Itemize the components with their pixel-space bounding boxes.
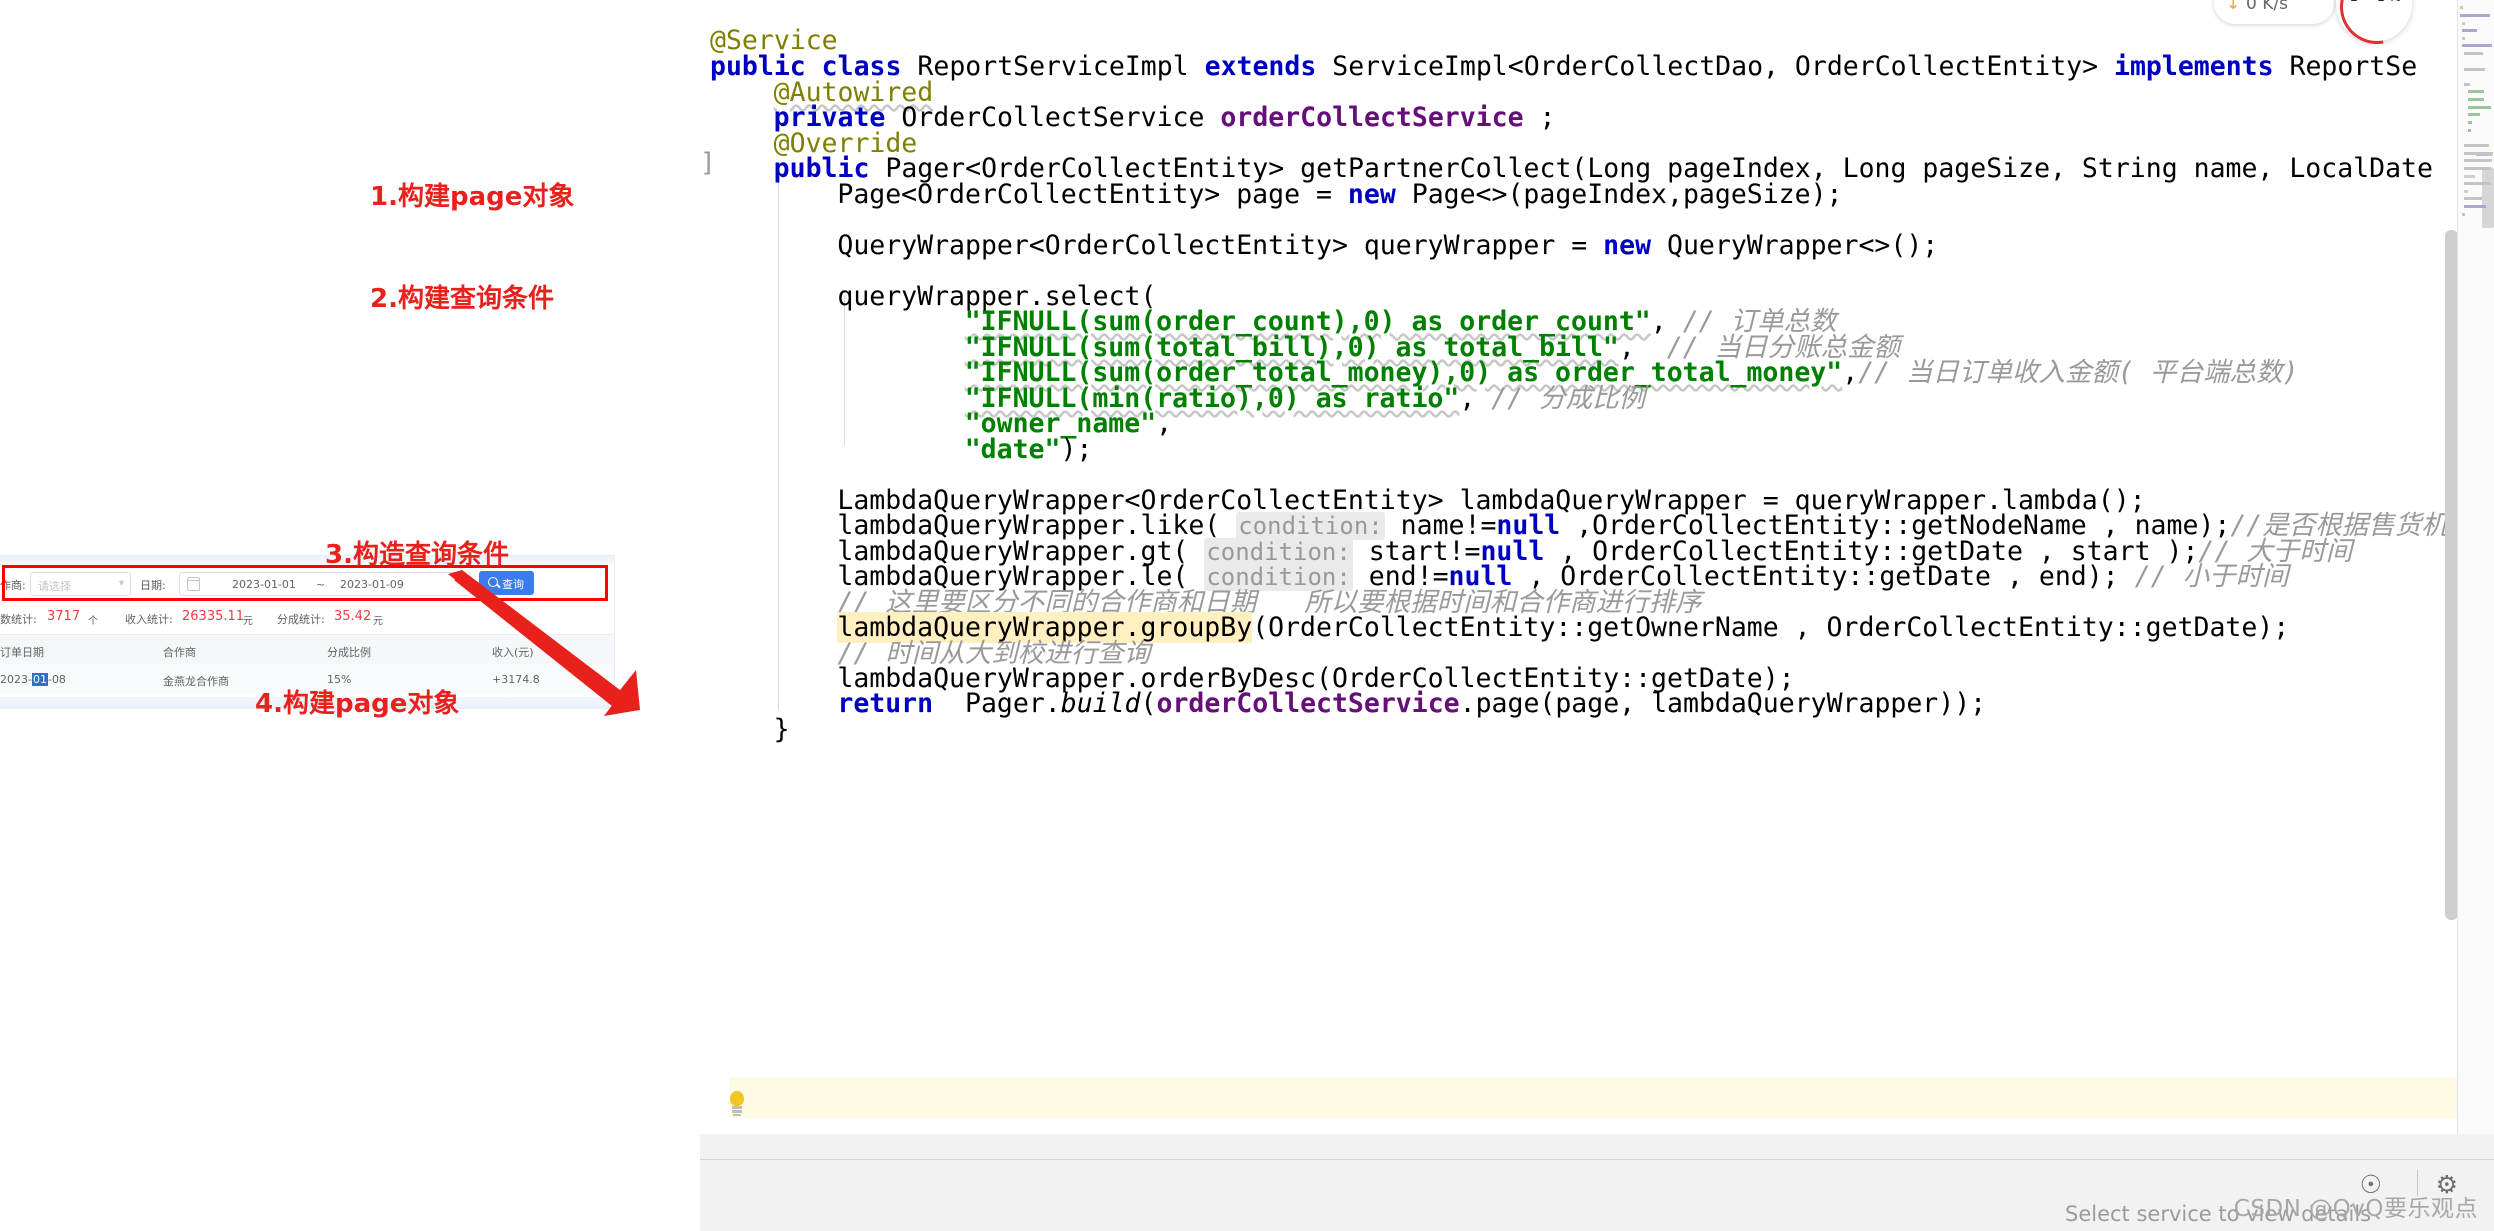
minimap-line [2468, 121, 2472, 124]
cell-date-selected: 01 [31, 673, 48, 686]
cell-partner: 金燕龙合作商 [163, 675, 229, 688]
code-token: QueryWrapper<OrderCollectEntity> queryWr… [837, 230, 1604, 261]
code-minimap[interactable] [2457, 0, 2494, 1160]
stat-label-0: 数统计: [0, 613, 37, 626]
bottom-left-blank [0, 1160, 700, 1231]
network-speed-widget[interactable]: ↓ 0 K/s [2214, 0, 2334, 24]
code-token: "date" [964, 434, 1061, 465]
panel-top-strip [700, 1134, 2494, 1160]
red-arrow-annotation [448, 570, 640, 716]
minimap-line [2464, 68, 2485, 71]
code-token: implements [2114, 51, 2290, 82]
code-token: extends [1204, 51, 1333, 82]
stat-unit-0: 个 [88, 616, 98, 627]
minimap-line [2464, 197, 2482, 200]
code-token: (OrderCollectEntity::getOwnerName , Orde… [1252, 612, 2290, 643]
minimap-line [2468, 129, 2471, 132]
indent-guide [844, 296, 845, 446]
code-token: // 分成比例 [1491, 383, 1646, 414]
intention-bulb-icon[interactable] [726, 1091, 748, 1117]
code-token: Page<OrderCollectEntity> page = [837, 179, 1348, 210]
minimap-line [2468, 113, 2480, 116]
code-token: ReportSe [2289, 51, 2418, 82]
cpu-usage-value: 74% [2336, 0, 2412, 9]
code-token: return [837, 688, 950, 719]
minimap-line [2468, 98, 2485, 101]
code-line[interactable]: return Pager.build(orderCollectService.p… [837, 683, 1986, 725]
watermark: CSDN @QvQ要乐观点 [2233, 1196, 2478, 1222]
code-token: orderCollectService [1156, 688, 1460, 719]
minimap-line [2468, 90, 2484, 93]
code-token: QueryWrapper<>(); [1667, 230, 1939, 261]
stat-value-2: 35.42 [334, 609, 372, 624]
code-line[interactable]: public class ReportServiceImpl extends S… [710, 46, 2417, 88]
cell-date: 2023-01-08 [0, 673, 66, 686]
code-token: , [1459, 383, 1492, 414]
minimap-line [2464, 167, 2491, 170]
note-1: 1.构建page对象 [370, 182, 575, 212]
stat-unit-2: 元 [373, 616, 383, 627]
minimap-line [2464, 83, 2470, 86]
code-token: ServiceImpl<OrderCollectDao, OrderCollec… [1332, 51, 2115, 82]
code-line[interactable]: Page<OrderCollectEntity> page = new Page… [837, 174, 1842, 216]
stat-unit-1: 元 [243, 616, 253, 627]
code-token: .page(page, lambdaQueryWrapper)); [1459, 688, 1987, 719]
note-3: 3.构造查询条件 [325, 540, 509, 570]
minimap-line [2464, 175, 2475, 178]
code-token: new [1347, 179, 1412, 210]
minimap-line [2464, 52, 2483, 55]
code-token: ); [1060, 434, 1093, 465]
stat-value-0: 3717 [47, 609, 81, 624]
minimap-line [2460, 6, 2463, 9]
code-token: ( [1140, 688, 1157, 719]
code-token: // 当日订单收入金额( 平台端总数) [1858, 357, 2299, 388]
code-token: } [773, 714, 790, 745]
minimap-line [2464, 190, 2468, 193]
code-token: Page<>(pageIndex,pageSize); [1411, 179, 1843, 210]
column-header-partner[interactable]: 合作商 [163, 644, 196, 660]
network-speed-value: 0 K/s [2246, 0, 2288, 14]
code-line[interactable]: QueryWrapper<OrderCollectEntity> queryWr… [837, 225, 1938, 267]
minimap-scroll-thumb[interactable] [2482, 168, 2494, 228]
note-2: 2.构建查询条件 [370, 284, 554, 314]
minimap-line [2464, 182, 2492, 185]
indent-guide [778, 180, 779, 710]
minimap-line [2468, 106, 2491, 109]
code-token: ; [1539, 102, 1556, 133]
code-token: ReportServiceImpl [917, 51, 1205, 82]
minimap-line [2464, 159, 2492, 162]
minimap-line [2464, 144, 2489, 147]
minimap-line [2460, 14, 2490, 17]
code-token: , [1156, 408, 1173, 439]
column-header-ratio[interactable]: 分成比例 [327, 644, 371, 660]
download-arrow-icon: ↓ [2226, 0, 2241, 14]
code-token: , [1842, 357, 1859, 388]
minimap-line [2464, 152, 2494, 155]
note-4: 4.构建page对象 [255, 689, 460, 719]
cell-date-prefix: 2023- [0, 673, 32, 686]
minimap-line [2464, 205, 2486, 208]
stat-label-1: 收入统计: [125, 613, 173, 626]
minimap-line [2462, 44, 2492, 47]
minimap-line [2462, 37, 2465, 40]
stat-value-1: 26335.11 [182, 609, 245, 624]
cell-date-suffix: -08 [47, 673, 66, 686]
minimap-line [2462, 22, 2465, 25]
minimap-line [2462, 213, 2465, 216]
code-token: Pager. [949, 688, 1061, 719]
code-line[interactable]: } [774, 709, 790, 751]
code-token: // 小于时间 [2134, 561, 2289, 592]
code-token: build [1060, 688, 1141, 719]
code-token: orderCollectService [1220, 102, 1540, 133]
minimap-line [2462, 29, 2477, 32]
code-token: OrderCollectService [901, 102, 1221, 133]
code-fold-marker[interactable]: ] [700, 148, 716, 178]
current-line-highlight [730, 1077, 2494, 1118]
stat-label-2: 分成统计: [277, 613, 325, 626]
code-line[interactable]: "date"); [965, 429, 1093, 471]
code-token: new [1603, 230, 1667, 261]
column-header-date[interactable]: 订单日期 [0, 644, 44, 660]
bottom-tool-panel[interactable]: Select service to view details ☉ ⚙ [700, 1159, 2494, 1231]
